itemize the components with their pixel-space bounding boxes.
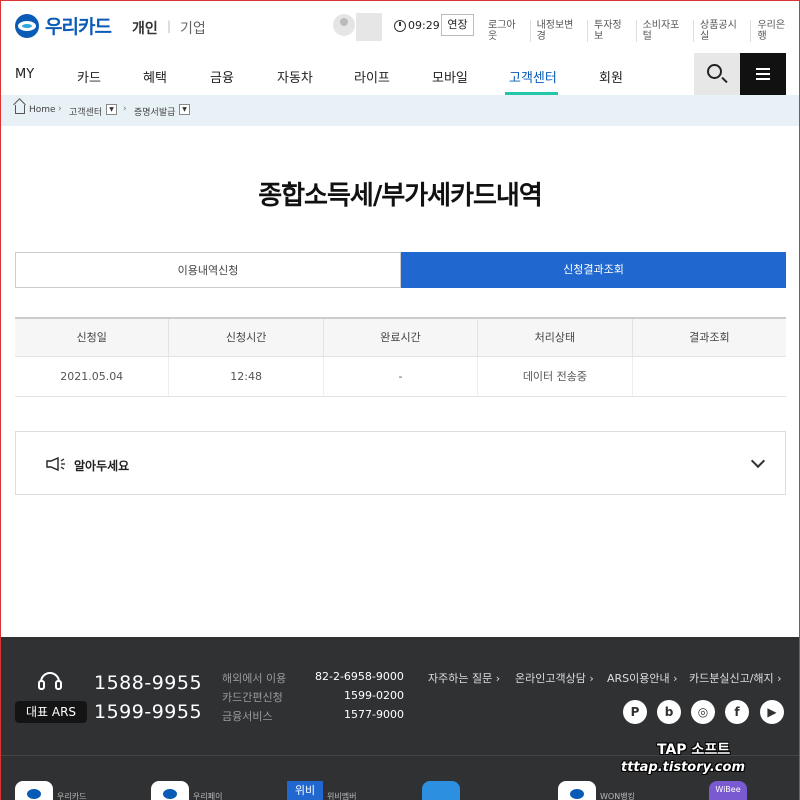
breadcrumb-home[interactable]: Home xyxy=(29,105,56,115)
watermark-title: TAP 소프트 xyxy=(657,742,731,758)
wibee-app-icon[interactable]: WiBee xyxy=(709,781,747,800)
nav-mobile[interactable]: 모바일 xyxy=(432,67,468,86)
segment-divider: | xyxy=(167,19,172,33)
brand-name: 우리카드 xyxy=(45,16,112,38)
megaphone-icon xyxy=(46,457,65,471)
column-header: 완료시간 xyxy=(322,319,477,356)
hamburger-icon-line xyxy=(756,78,770,80)
product-disclosure-link[interactable]: 상품공시실 xyxy=(693,20,750,42)
user-name-masked xyxy=(356,13,382,41)
hamburger-icon-line xyxy=(756,73,770,75)
cell-result[interactable] xyxy=(631,357,786,396)
footer: 대표 ARS 1588-9955 1599-9955 해외에서 이용 82-2-… xyxy=(1,637,799,800)
cell-complete-time: - xyxy=(322,357,477,396)
lost-card-link[interactable]: 카드분실신고/해지 › xyxy=(689,670,782,686)
won-banking-app-icon[interactable] xyxy=(558,781,596,800)
investor-info-link[interactable]: 투자정보 xyxy=(587,20,636,42)
instagram-icon[interactable]: ◎ xyxy=(691,700,715,724)
column-header: 신청시간 xyxy=(168,319,322,356)
page-title: 종합소득세/부가세카드내역 xyxy=(258,181,543,211)
my-info-link[interactable]: 내정보변경 xyxy=(529,20,587,42)
woori-bank-link[interactable]: 우리은행 xyxy=(750,20,799,42)
tab-usage-request[interactable]: 이용내역신청 xyxy=(15,252,401,288)
breadcrumb-customer-center[interactable]: 고객센터 xyxy=(69,105,102,118)
app-label: WON뱅킹 xyxy=(600,792,635,800)
ars-badge: 대표 ARS xyxy=(15,701,87,723)
service-label: 카드간편신청 xyxy=(222,691,283,704)
hamburger-icon xyxy=(756,68,770,70)
nav-finance[interactable]: 금융 xyxy=(210,67,234,86)
woori-logo-icon xyxy=(15,13,39,38)
service-number: 1599-0200 xyxy=(344,689,404,702)
app-label: 우리페이 xyxy=(193,792,223,800)
segment-corporate[interactable]: 기업 xyxy=(180,18,206,38)
top-header: 우리카드 개인 | 기업 09:29 연장 로그아웃 내정보변경 투자정보 소비… xyxy=(1,1,799,53)
ars-guide-link[interactable]: ARS이용안내 › xyxy=(607,670,678,686)
dropdown-icon[interactable]: ▼ xyxy=(106,104,117,115)
result-table: 신청일 신청시간 완료시간 처리상태 결과조회 2021.05.04 12:48… xyxy=(15,317,786,397)
service-number: 82-2-6958-9000 xyxy=(315,670,404,683)
service-label: 해외에서 이용 xyxy=(222,672,287,685)
nav-my[interactable]: MY xyxy=(15,67,34,82)
cell-status: 데이터 전송중 xyxy=(477,357,631,396)
phone-number[interactable]: 1599-9955 xyxy=(94,701,202,723)
breadcrumb: Home › 고객센터 ▼ › 증명서발급 ▼ xyxy=(1,95,799,126)
youtube-icon[interactable]: ▶ xyxy=(760,700,784,724)
logout-link[interactable]: 로그아웃 xyxy=(488,20,530,42)
table-header: 신청일 신청시간 완료시간 처리상태 결과조회 xyxy=(15,319,786,357)
chevron-right-icon: › xyxy=(123,104,127,114)
faq-link[interactable]: 자주하는 질문 › xyxy=(428,670,500,686)
segment-personal[interactable]: 개인 xyxy=(132,18,158,38)
chevron-down-icon xyxy=(750,453,766,469)
column-header: 결과조회 xyxy=(631,319,786,356)
column-header: 신청일 xyxy=(76,331,107,344)
nav-card[interactable]: 카드 xyxy=(77,67,101,86)
chevron-right-icon: › xyxy=(58,104,62,114)
extend-session-button[interactable]: 연장 xyxy=(441,14,474,36)
nav-customer-center[interactable]: 고객센터 xyxy=(509,67,557,86)
pay-icon[interactable]: P xyxy=(623,700,647,724)
tab-result-inquiry[interactable]: 신청결과조회 xyxy=(401,252,786,288)
woori-card-app-icon[interactable] xyxy=(15,781,53,800)
utility-links: 로그아웃 내정보변경 투자정보 소비자포털 상품공시실 우리은행 xyxy=(488,20,799,42)
clock-icon xyxy=(394,20,406,32)
online-consult-link[interactable]: 온라인고객상담 › xyxy=(515,670,594,686)
wibi-app-icon[interactable]: 위비 xyxy=(287,781,323,800)
consumer-portal-link[interactable]: 소비자포털 xyxy=(635,20,693,42)
column-header: 처리상태 xyxy=(477,319,631,356)
cell-request-date: 2021.05.04 xyxy=(60,370,124,383)
notice-title: 알아두세요 xyxy=(74,459,130,473)
main-nav: MY 카드 혜택 금융 자동차 라이프 모바일 고객센터 회원 xyxy=(1,53,799,95)
app-label: 우리카드 xyxy=(57,792,87,800)
session-timer: 09:29 xyxy=(408,19,440,32)
avatar xyxy=(333,14,355,36)
nav-member[interactable]: 회원 xyxy=(599,67,623,86)
cell-request-time: 12:48 xyxy=(168,357,322,396)
facebook-icon[interactable]: f xyxy=(725,700,749,724)
home-icon xyxy=(15,105,25,114)
search-icon xyxy=(707,64,722,79)
service-number: 1577-9000 xyxy=(344,708,404,721)
nav-life[interactable]: 라이프 xyxy=(354,67,390,86)
nav-auto[interactable]: 자동차 xyxy=(277,67,313,86)
phone-number[interactable]: 1588-9955 xyxy=(94,672,202,694)
breadcrumb-certificate[interactable]: 증명서발급 xyxy=(134,105,175,118)
nav-benefit[interactable]: 혜택 xyxy=(143,67,167,86)
headset-icon xyxy=(38,672,62,690)
table-row: 2021.05.04 12:48 - 데이터 전송중 xyxy=(15,357,786,397)
brand-logo[interactable]: 우리카드 xyxy=(15,12,112,39)
bird-app-icon[interactable] xyxy=(422,781,460,800)
blog-icon[interactable]: b xyxy=(657,700,681,724)
watermark-url: tttap.tistory.com xyxy=(621,760,746,775)
app-label: 위비멤버 xyxy=(327,792,357,800)
notice-accordion[interactable]: 알아두세요 xyxy=(15,431,786,495)
dropdown-icon[interactable]: ▼ xyxy=(179,104,190,115)
woori-pay-app-icon[interactable] xyxy=(151,781,189,800)
service-label: 금융서비스 xyxy=(222,710,273,723)
